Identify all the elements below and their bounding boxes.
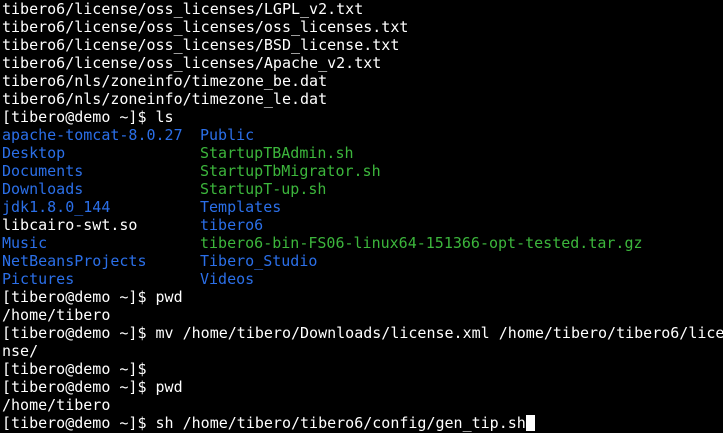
ls-row: jdk1.8.0_144 Templates xyxy=(2,198,723,216)
ls-row: Pictures Videos xyxy=(2,270,723,288)
ls-entry-exe: StartupTbMigrator.sh xyxy=(200,162,381,180)
ls-entry-dir: Videos xyxy=(200,270,255,288)
output-line: tibero6/nls/zoneinfo/timezone_le.dat xyxy=(2,90,328,108)
ls-row: NetBeansProjects Tibero_Studio xyxy=(2,252,723,270)
ls-entry-dir: NetBeansProjects xyxy=(2,252,147,270)
output-line: tibero6/license/oss_licenses/LGPL_v2.txt xyxy=(2,0,364,18)
ls-entry-dir: Pictures xyxy=(2,270,75,288)
ls-entry-exe: StartupTBAdmin.sh xyxy=(200,144,354,162)
ls-row: Desktop StartupTBAdmin.sh xyxy=(2,144,723,162)
output-line: nse/ xyxy=(2,342,39,360)
ls-entry-dir: Downloads xyxy=(2,180,84,198)
current-command-line[interactable]: [tibero@demo ~]$ sh /home/tibero/tibero6… xyxy=(2,414,723,432)
output-line: tibero6/license/oss_licenses/oss_license… xyxy=(2,18,409,36)
ls-row: Downloads StartupT-up.sh xyxy=(2,180,723,198)
ls-listing: apache-tomcat-8.0.27 Public Desktop Startup… xyxy=(2,126,723,288)
ls-row: apache-tomcat-8.0.27 Public xyxy=(2,126,723,144)
ls-entry-dir: Tibero_Studio xyxy=(200,252,318,270)
text-cursor xyxy=(525,415,535,431)
ls-entry-dir: Desktop xyxy=(2,144,66,162)
ls-entry-exe: tibero6-bin-FS06-linux64-151366-opt-test… xyxy=(200,234,643,252)
terminal-output-after: [tibero@demo ~]$ pwd /home/tibero [tiber… xyxy=(2,288,723,414)
ls-entry-dir: Public xyxy=(200,126,255,144)
output-line: /home/tibero xyxy=(2,396,111,414)
output-line: [tibero@demo ~]$ pwd xyxy=(2,378,183,396)
ls-entry-dir: Documents xyxy=(2,162,84,180)
terminal-output-before: tibero6/license/oss_licenses/LGPL_v2.txt… xyxy=(2,0,723,108)
output-line: /home/tibero xyxy=(2,306,111,324)
ls-entry-dir: Music xyxy=(2,234,48,252)
output-line: tibero6/license/oss_licenses/BSD_license… xyxy=(2,36,400,54)
output-line: tibero6/nls/zoneinfo/timezone_be.dat xyxy=(2,72,328,90)
ls-row: Documents StartupTbMigrator.sh xyxy=(2,162,723,180)
current-command-text: [tibero@demo ~]$ sh /home/tibero/tibero6… xyxy=(2,414,526,432)
ls-entry-exe: StartupT-up.sh xyxy=(200,180,327,198)
ls-entry-dir: apache-tomcat-8.0.27 xyxy=(2,126,183,144)
output-line: [tibero@demo ~]$ xyxy=(2,360,147,378)
ls-entry-dir: jdk1.8.0_144 xyxy=(2,198,111,216)
ls-row: libcairo-swt.so tibero6 xyxy=(2,216,723,234)
output-line: tibero6/license/oss_licenses/Apache_v2.t… xyxy=(2,54,382,72)
output-line: [tibero@demo ~]$ pwd xyxy=(2,288,183,306)
ls-entry-plain: libcairo-swt.so xyxy=(2,216,138,234)
ls-row: Music tibero6-bin-FS06-linux64-151366-opt… xyxy=(2,234,723,252)
output-line: [tibero@demo ~]$ mv /home/tibero/Downloa… xyxy=(2,324,723,342)
ls-command-line: [tibero@demo ~]$ ls xyxy=(2,108,174,126)
terminal-window[interactable]: tibero6/license/oss_licenses/LGPL_v2.txt… xyxy=(0,0,723,433)
ls-entry-dir: tibero6 xyxy=(200,216,264,234)
ls-entry-dir: Templates xyxy=(200,198,282,216)
